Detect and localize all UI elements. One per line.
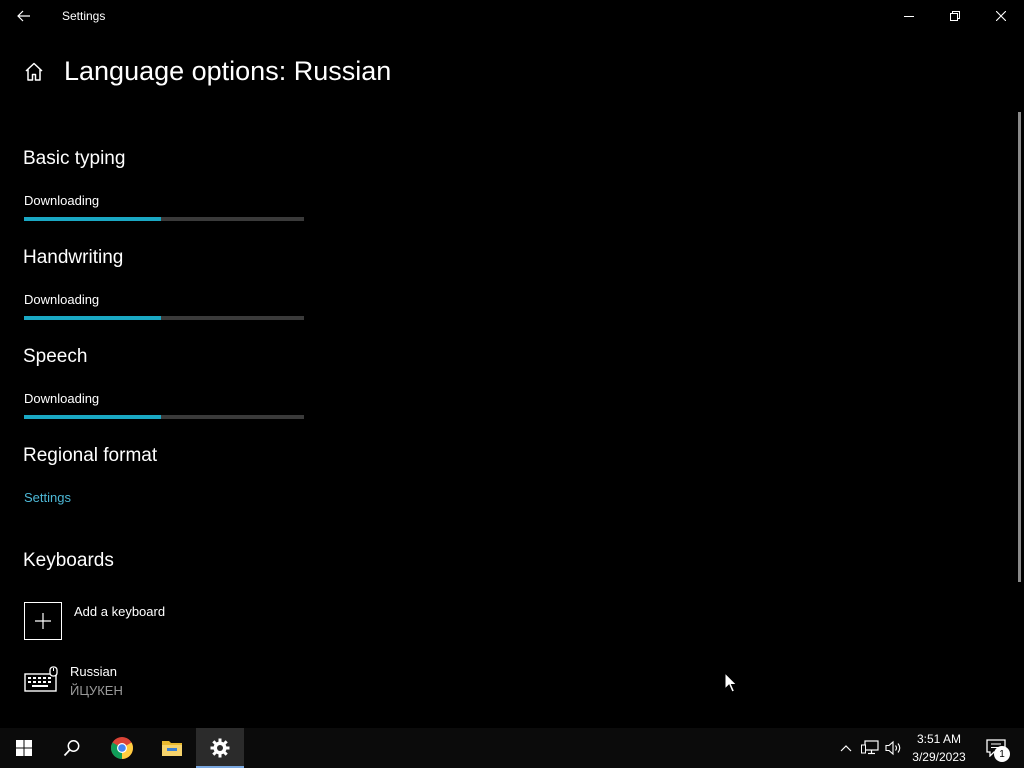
basic-typing-status: Downloading (24, 193, 100, 208)
basic-typing-progress-fill (24, 217, 162, 221)
page-title: Language options: Russian (64, 56, 392, 86)
clock-date[interactable]: 3/29/2023 (908, 750, 970, 764)
keyboards-heading: Keyboards (23, 550, 114, 571)
speech-progress-bar (24, 415, 304, 419)
restore-button[interactable] (932, 0, 978, 32)
mouse-cursor-icon (724, 672, 738, 693)
minimize-button[interactable] (886, 0, 932, 32)
russian-keyboard-item[interactable] (24, 666, 60, 694)
handwriting-status: Downloading (24, 292, 100, 307)
close-icon (996, 11, 1006, 21)
speech-status: Downloading (24, 391, 100, 406)
close-button[interactable] (978, 0, 1024, 32)
back-button[interactable] (8, 0, 40, 32)
clock-time[interactable]: 3:51 AM (912, 732, 966, 746)
basic-typing-heading: Basic typing (23, 148, 126, 169)
home-button[interactable] (22, 60, 46, 84)
keyboard-name: Russian (70, 664, 117, 679)
keyboard-layout: ЙЦУКЕН (70, 683, 123, 698)
search-button[interactable] (48, 728, 96, 768)
network-icon (861, 740, 879, 755)
settings-taskbar-button[interactable] (196, 728, 244, 768)
handwriting-progress-fill (24, 316, 162, 320)
notification-count-badge: 1 (994, 746, 1010, 762)
app-title: Settings (62, 9, 106, 23)
basic-typing-progress-bar (24, 217, 304, 221)
file-explorer-button[interactable] (148, 728, 196, 768)
add-keyboard-label[interactable]: Add a keyboard (74, 604, 165, 619)
settings-gear-icon (210, 738, 230, 758)
search-icon (63, 740, 80, 757)
home-icon (25, 62, 43, 81)
start-button[interactable] (0, 728, 48, 768)
minimize-icon (904, 16, 914, 17)
keyboard-icon (24, 666, 58, 692)
volume-icon (885, 740, 901, 756)
windows-start-icon (16, 740, 32, 756)
title-bar: Settings (0, 0, 1024, 32)
regional-format-heading: Regional format (23, 445, 158, 466)
scrollbar[interactable] (1018, 112, 1021, 582)
chrome-button[interactable] (98, 728, 146, 768)
regional-format-settings-link[interactable]: Settings (24, 490, 71, 505)
network-button[interactable] (860, 738, 880, 758)
plus-icon (35, 613, 51, 629)
add-keyboard-button[interactable] (24, 602, 62, 640)
handwriting-progress-bar (24, 316, 304, 320)
back-arrow-icon (17, 10, 30, 22)
chevron-up-icon (840, 745, 852, 752)
action-center-button[interactable]: 1 (976, 728, 1016, 768)
taskbar (0, 728, 1024, 768)
speech-heading: Speech (23, 346, 88, 367)
show-hidden-icons-button[interactable] (836, 738, 856, 758)
chrome-icon (111, 737, 133, 759)
handwriting-heading: Handwriting (23, 247, 124, 268)
restore-icon (950, 11, 960, 21)
speech-progress-fill (24, 415, 162, 419)
volume-button[interactable] (884, 738, 904, 758)
file-explorer-icon (162, 741, 182, 756)
